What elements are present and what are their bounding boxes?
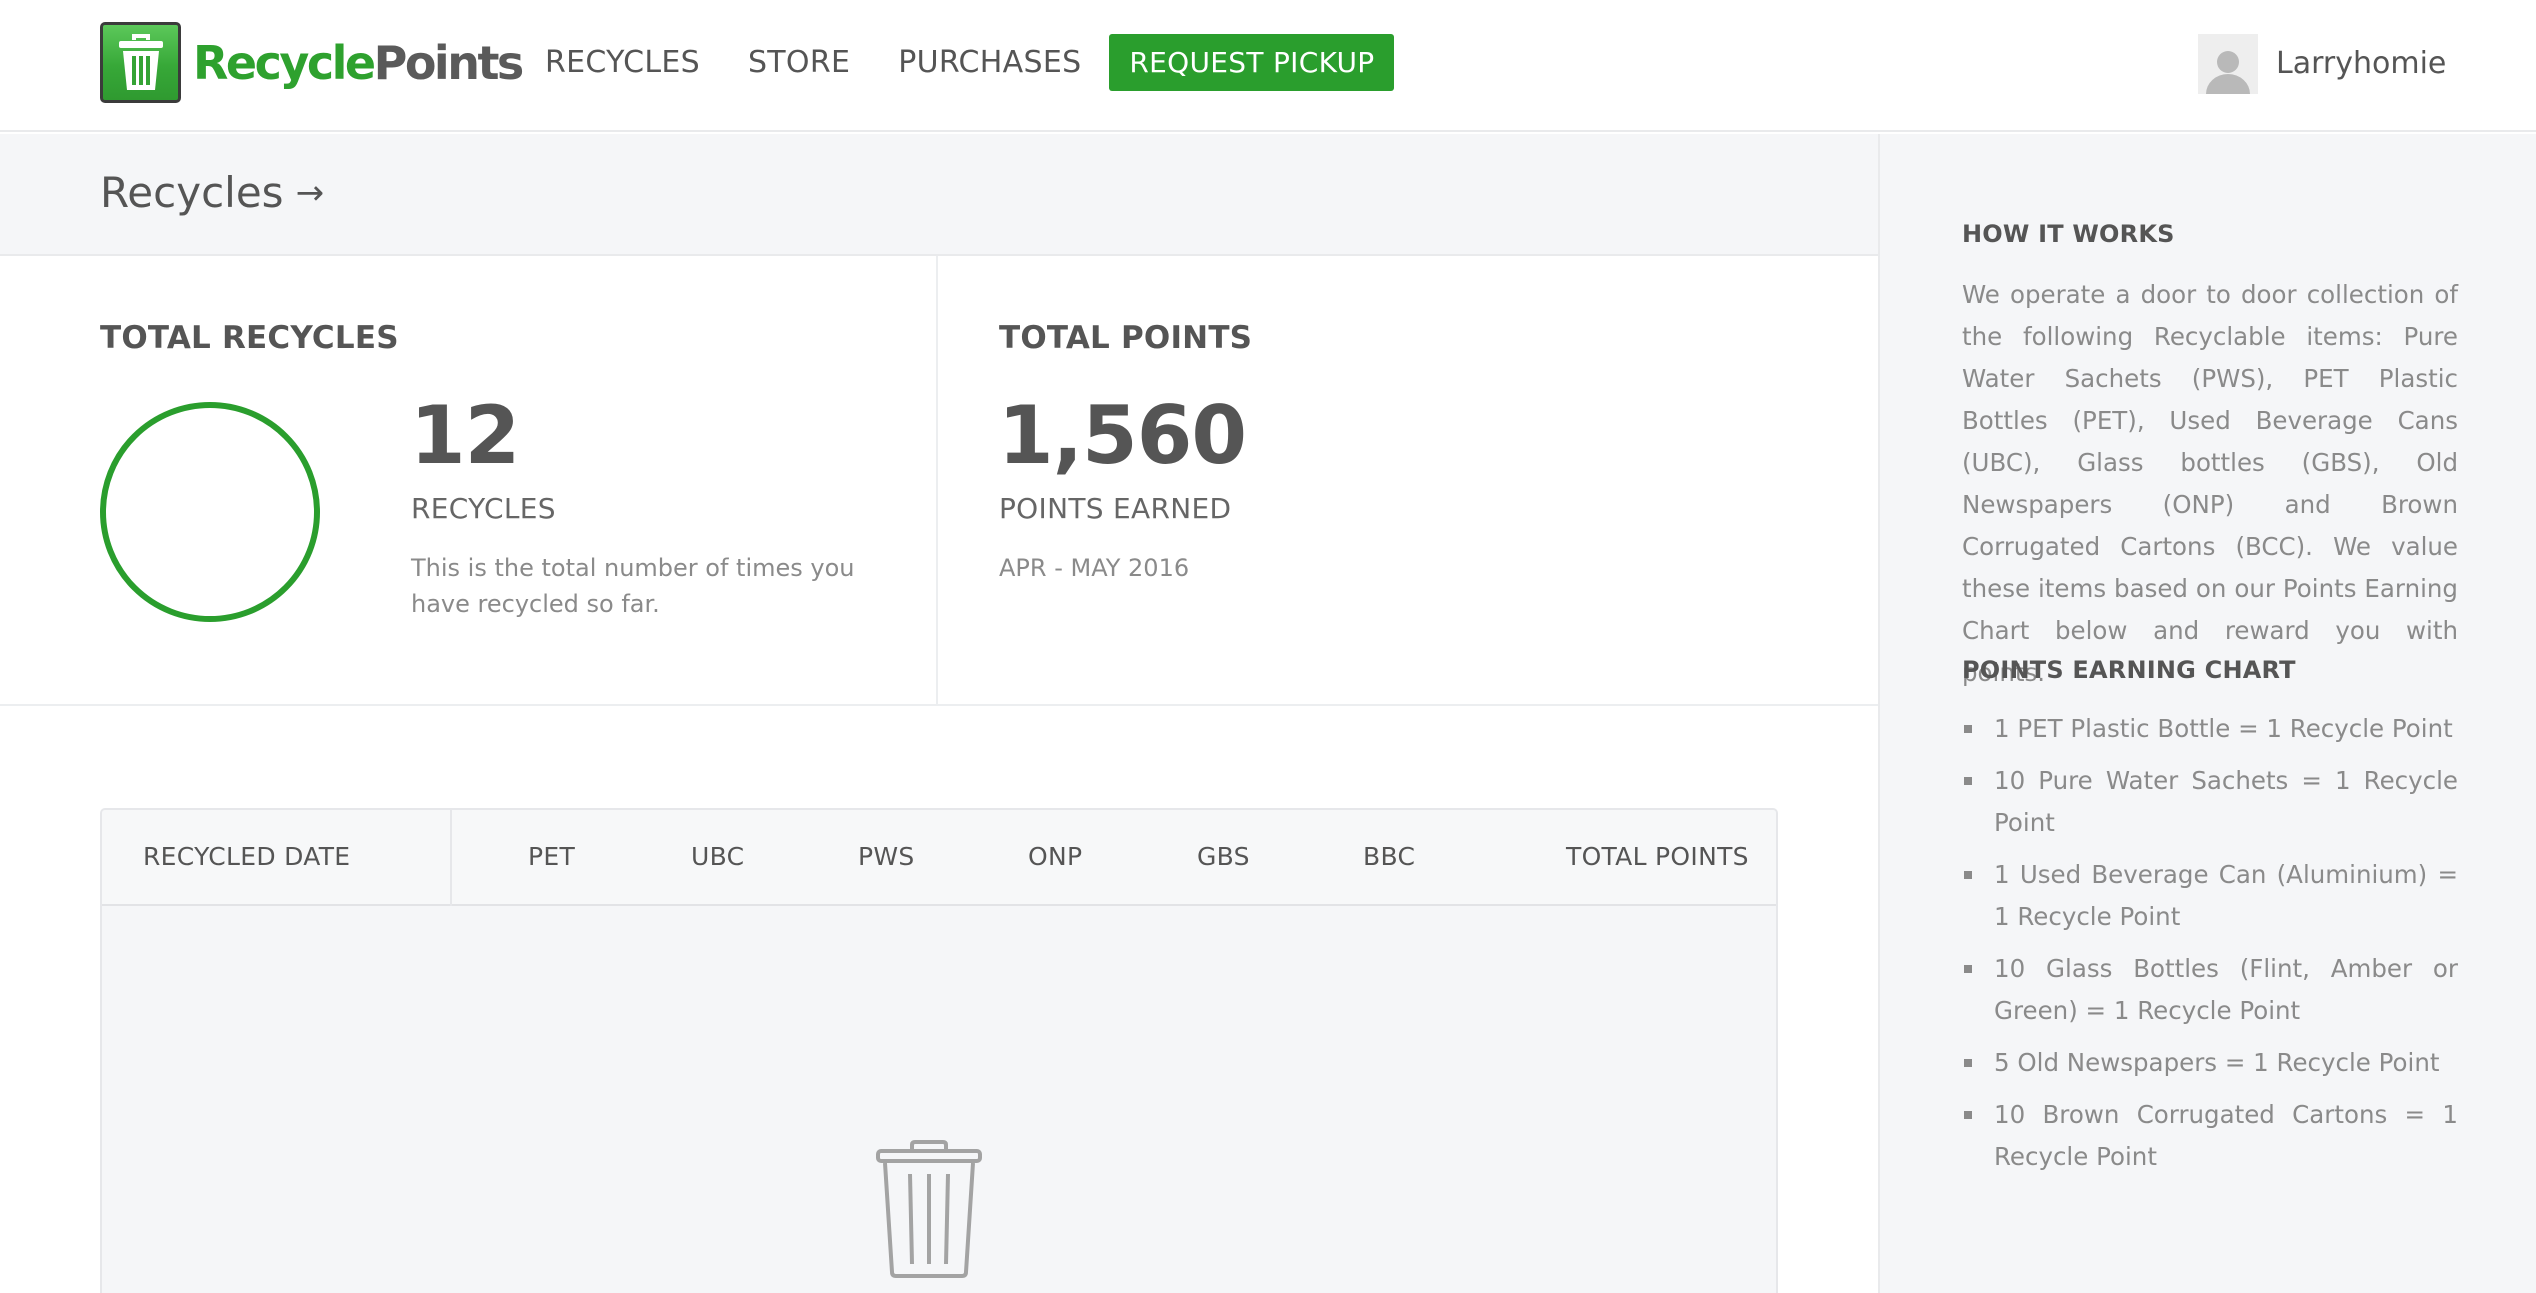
total-points-heading: TOTAL POINTS: [999, 320, 1253, 356]
nav-store[interactable]: STORE: [748, 45, 850, 80]
page-title-text: Recycles: [100, 168, 284, 217]
stats-panel: TOTAL RECYCLES 12 RECYCLES This is the t…: [0, 256, 1878, 706]
total-recycles-card: TOTAL RECYCLES 12 RECYCLES This is the t…: [0, 256, 938, 704]
col-bbc[interactable]: BBC: [1363, 842, 1415, 871]
col-pws[interactable]: PWS: [858, 842, 915, 871]
main-nav: RECYCLES STORE PURCHASES REQUEST PICKUP: [545, 33, 1395, 91]
col-pet[interactable]: PET: [528, 842, 575, 871]
points-label: POINTS EARNED: [999, 492, 1232, 525]
brand-name-green: Recycle: [193, 35, 376, 90]
points-chart-heading: POINTS EARNING CHART: [1962, 656, 2296, 684]
recycles-table: RECYCLED DATE PET UBC PWS ONP GBS BBC TO…: [100, 808, 1778, 1293]
how-it-works-text: We operate a door to door collection of …: [1962, 280, 2458, 687]
nav-recycles[interactable]: RECYCLES: [545, 45, 700, 80]
list-item: 10 Glass Bottles (Flint, Amber or Green)…: [1962, 948, 2458, 1032]
col-ubc[interactable]: UBC: [691, 842, 744, 871]
list-item: 10 Pure Water Sachets = 1 Recycle Point: [1962, 760, 2458, 844]
page-title: Recycles →: [100, 168, 324, 217]
user-menu[interactable]: Larryhomie: [2198, 34, 2446, 94]
total-points-card: TOTAL POINTS 1,560 POINTS EARNED APR - M…: [940, 256, 1878, 704]
col-recycled-date[interactable]: RECYCLED DATE: [143, 842, 350, 871]
list-item: 5 Old Newspapers = 1 Recycle Point: [1962, 1042, 2458, 1084]
points-count: 1,560: [998, 389, 1247, 482]
list-item: 1 PET Plastic Bottle = 1 Recycle Point: [1962, 708, 2458, 750]
trash-can-icon: [100, 22, 181, 103]
main-content: Recycles → TOTAL RECYCLES 12 RECYCLES Th…: [0, 134, 1878, 1293]
avatar-body: [2206, 74, 2250, 94]
how-it-works-sidebar: HOW IT WORKS We operate a door to door c…: [1878, 134, 2536, 1293]
user-name: Larryhomie: [2276, 45, 2447, 81]
col-gbs[interactable]: GBS: [1197, 842, 1250, 871]
list-item: 1 Used Beverage Can (Aluminium) = 1 Recy…: [1962, 854, 2458, 938]
points-period: APR - MAY 2016: [999, 554, 1190, 582]
brand-name-dark: Points: [373, 35, 525, 90]
col-total-points[interactable]: TOTAL POINTS: [1566, 842, 1749, 871]
request-pickup-button[interactable]: REQUEST PICKUP: [1109, 33, 1395, 91]
how-it-works-heading: HOW IT WORKS: [1962, 220, 2175, 248]
col-onp[interactable]: ONP: [1028, 842, 1082, 871]
recycles-progress-ring: [100, 402, 320, 622]
table-header: RECYCLED DATE PET UBC PWS ONP GBS BBC TO…: [102, 810, 1776, 906]
brand-logo[interactable]: RecyclePoints: [100, 22, 524, 103]
page-title-bar: Recycles →: [0, 134, 1878, 256]
nav-purchases[interactable]: PURCHASES: [898, 45, 1081, 80]
brand-name: RecyclePoints: [193, 40, 524, 86]
arrow-right-icon: →: [295, 172, 325, 213]
recycles-count: 12: [410, 389, 520, 482]
total-recycles-heading: TOTAL RECYCLES: [100, 320, 399, 356]
app-root: RecyclePoints RECYCLES STORE PURCHASES R…: [0, 0, 2536, 1293]
avatar-head: [2217, 51, 2239, 73]
avatar: [2198, 34, 2258, 94]
list-item: 10 Brown Corrugated Cartons = 1 Recycle …: [1962, 1094, 2458, 1178]
recycles-label: RECYCLES: [411, 492, 556, 525]
top-header: RecyclePoints RECYCLES STORE PURCHASES R…: [0, 0, 2536, 132]
column-divider: [450, 810, 452, 906]
recycles-description: This is the total number of times you ha…: [411, 554, 855, 618]
points-chart-list: 1 PET Plastic Bottle = 1 Recycle Point 1…: [1962, 708, 2458, 1188]
trash-can-icon: [876, 1140, 982, 1284]
